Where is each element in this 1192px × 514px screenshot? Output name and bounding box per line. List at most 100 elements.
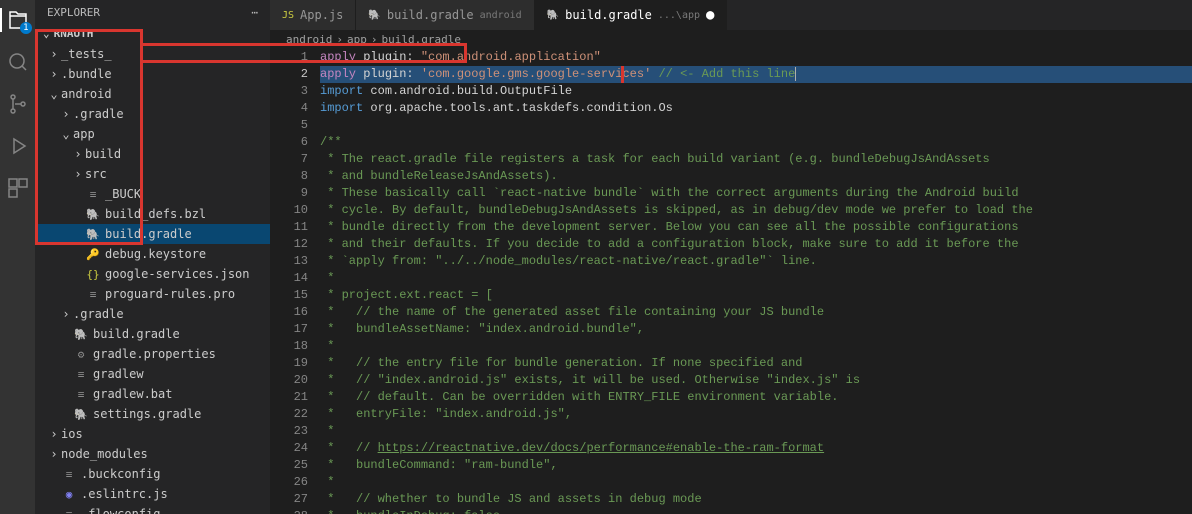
- line-number: 10: [270, 202, 308, 219]
- tree-item-label: .gradle: [73, 307, 124, 321]
- tree-item[interactable]: ⌄android: [35, 84, 270, 104]
- tree-item-label: google-services.json: [105, 267, 250, 281]
- code-line: * project.ext.react = [: [320, 287, 1192, 304]
- code-line: * // the name of the generated asset fil…: [320, 304, 1192, 321]
- chevron-icon: ›: [47, 67, 61, 81]
- chevron-icon: ›: [71, 147, 85, 161]
- tree-item[interactable]: 🔑debug.keystore: [35, 244, 270, 264]
- tree-item[interactable]: ›ios: [35, 424, 270, 444]
- tab[interactable]: 🐘 build.gradle android: [356, 0, 534, 30]
- tree-item[interactable]: ›node_modules: [35, 444, 270, 464]
- tree-item[interactable]: 🐘settings.gradle: [35, 404, 270, 424]
- chevron-icon: ›: [47, 47, 61, 61]
- code-line: import com.android.build.OutputFile: [320, 83, 1192, 100]
- tree-item[interactable]: ≡ gradlew: [35, 364, 270, 384]
- sidebar-header: EXPLORER ⋯: [35, 0, 270, 25]
- tree-item[interactable]: ≡ gradlew.bat: [35, 384, 270, 404]
- tree-item[interactable]: ›src: [35, 164, 270, 184]
- breadcrumb[interactable]: android›app›build.gradle: [270, 30, 1192, 49]
- search-icon[interactable]: [6, 50, 30, 74]
- file-icon: ≡: [73, 368, 89, 381]
- line-number: 9: [270, 185, 308, 202]
- tab[interactable]: 🐘build.gradle...\app●: [535, 0, 728, 30]
- code-line: *: [320, 474, 1192, 491]
- tree-item[interactable]: ◉.eslintrc.js: [35, 484, 270, 504]
- breadcrumb-item[interactable]: android: [286, 33, 332, 46]
- chevron-right-icon: ›: [336, 33, 343, 46]
- editor-area: JSApp.js 🐘 build.gradle android 🐘build.gradl…: [270, 0, 1192, 514]
- chevron-icon: ›: [59, 107, 73, 121]
- chevron-down-icon: ⌄: [43, 27, 50, 40]
- code-line: * // https://reactnative.dev/docs/perfor…: [320, 440, 1192, 457]
- line-number: 6: [270, 134, 308, 151]
- line-number: 24: [270, 440, 308, 457]
- tree-item-label: .flowconfig: [81, 507, 160, 514]
- tree-item[interactable]: ›build: [35, 144, 270, 164]
- line-number: 20: [270, 372, 308, 389]
- tree-item[interactable]: ⌄app: [35, 124, 270, 144]
- project-section[interactable]: ⌄ RNAUTH: [35, 25, 270, 42]
- more-icon[interactable]: ⋯: [251, 6, 258, 19]
- file-icon: ≡: [85, 188, 101, 201]
- file-icon: ≡: [73, 388, 89, 401]
- line-number: 28: [270, 508, 308, 514]
- tab-subtitle: ...\app: [658, 10, 700, 21]
- tree-item-label: gradlew: [93, 367, 144, 381]
- code-line: [320, 117, 1192, 134]
- tree-item-label: android: [61, 87, 112, 101]
- tree-item[interactable]: ›.gradle: [35, 104, 270, 124]
- tree-item[interactable]: 🐘build.gradle: [35, 324, 270, 344]
- code-line: * // default. Can be overridden with ENT…: [320, 389, 1192, 406]
- file-icon: 🐘: [368, 10, 380, 21]
- tree-item[interactable]: ≡_BUCK: [35, 184, 270, 204]
- line-number: 15: [270, 287, 308, 304]
- tree-item[interactable]: 🐘build_defs.bzl: [35, 204, 270, 224]
- code-area[interactable]: 1234567891011121314151617181920212223242…: [270, 49, 1192, 514]
- badge: 1: [20, 22, 31, 34]
- code-line: apply plugin: "com.android.application": [320, 49, 1192, 66]
- tree-item-label: gradlew.bat: [93, 387, 172, 401]
- tree-item[interactable]: ≡.buckconfig: [35, 464, 270, 484]
- line-number: 13: [270, 253, 308, 270]
- line-number: 23: [270, 423, 308, 440]
- code-line: /**: [320, 134, 1192, 151]
- debug-icon[interactable]: [6, 134, 30, 158]
- file-icon: ⚙: [73, 348, 89, 361]
- code-line: * The react.gradle file registers a task…: [320, 151, 1192, 168]
- tab-label: build.gradle: [387, 8, 474, 22]
- breadcrumb-item[interactable]: build.gradle: [381, 33, 460, 46]
- breadcrumb-item[interactable]: app: [347, 33, 367, 46]
- tree-item[interactable]: ≡proguard-rules.pro: [35, 284, 270, 304]
- tab[interactable]: JSApp.js: [270, 0, 356, 30]
- tree-item-label: _tests_: [61, 47, 112, 61]
- tree-item-label: .bundle: [61, 67, 112, 81]
- tree-item-label: app: [73, 127, 95, 141]
- code-line: *: [320, 338, 1192, 355]
- tree-item[interactable]: {}google-services.json: [35, 264, 270, 284]
- explorer-icon[interactable]: 1: [6, 8, 30, 32]
- line-number: 7: [270, 151, 308, 168]
- tree-item[interactable]: ⚙ gradle.properties: [35, 344, 270, 364]
- file-icon: JS: [282, 10, 294, 21]
- activity-bar: 1: [0, 0, 35, 514]
- tab-subtitle: android: [480, 10, 522, 21]
- code-line: * entryFile: "index.android.js",: [320, 406, 1192, 423]
- code-line: * cycle. By default, bundleDebugJsAndAss…: [320, 202, 1192, 219]
- code-line: * and bundleReleaseJsAndAssets).: [320, 168, 1192, 185]
- line-number: 22: [270, 406, 308, 423]
- tree-item-label: gradle.properties: [93, 347, 216, 361]
- tree-item[interactable]: 🐘build.gradle: [35, 224, 270, 244]
- code-line: * // "index.android.js" exists, it will …: [320, 372, 1192, 389]
- tree-item[interactable]: ≡.flowconfig: [35, 504, 270, 514]
- extensions-icon[interactable]: [6, 176, 30, 200]
- sidebar: EXPLORER ⋯ ⌄ RNAUTH ›_tests_›.bundle⌄and…: [35, 0, 270, 514]
- source-control-icon[interactable]: [6, 92, 30, 116]
- tree-item[interactable]: ›_tests_: [35, 44, 270, 64]
- tree-item[interactable]: ›.bundle: [35, 64, 270, 84]
- file-icon: 🐘: [73, 328, 89, 341]
- line-number: 27: [270, 491, 308, 508]
- file-icon: 🐘: [85, 208, 101, 221]
- tree-item[interactable]: ›.gradle: [35, 304, 270, 324]
- code-content[interactable]: apply plugin: "com.android.application"a…: [320, 49, 1192, 514]
- file-icon: 🐘: [73, 408, 89, 421]
